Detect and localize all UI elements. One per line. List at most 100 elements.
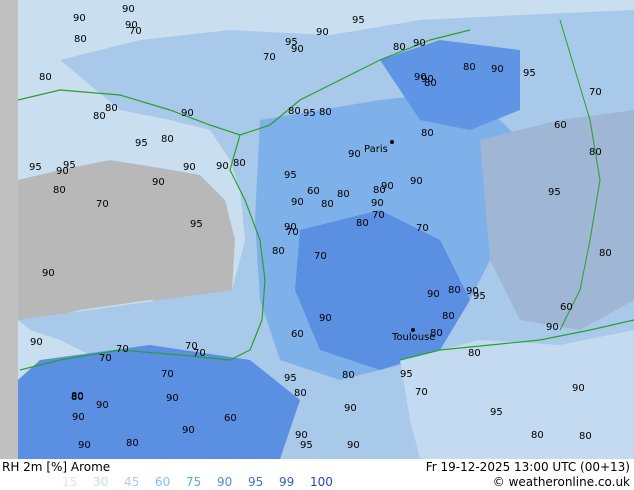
contour-label: 95 xyxy=(523,68,536,79)
contour-label: 80 xyxy=(272,246,285,257)
contour-label: 70 xyxy=(99,353,112,364)
domain-edge xyxy=(0,0,18,459)
contour-label: 80 xyxy=(531,430,544,441)
contour-label: 90 xyxy=(410,176,423,187)
contour-label: 95 xyxy=(29,162,42,173)
contour-label: 80 xyxy=(93,111,106,122)
contour-label: 70 xyxy=(263,52,276,63)
contour-label: 80 xyxy=(74,34,87,45)
contour-label: 60 xyxy=(224,413,237,424)
legend-item-45: 45 xyxy=(124,475,140,489)
contour-label: 70 xyxy=(161,369,174,380)
contour-label: 80 xyxy=(319,107,332,118)
contour-label: 90 xyxy=(122,4,135,15)
contour-label: 95 xyxy=(284,170,297,181)
legend-item-99: 99 xyxy=(279,475,295,489)
contour-label: 90 xyxy=(413,38,426,49)
contour-label: 90 xyxy=(316,27,329,38)
contour-label: 90 xyxy=(347,440,360,451)
contour-label: 90 xyxy=(466,286,479,297)
contour-label: 70 xyxy=(589,87,602,98)
contour-label: 90 xyxy=(371,198,384,209)
contour-label: 90 xyxy=(78,440,91,451)
contour-label: 90 xyxy=(427,289,440,300)
legend-item-15: 15 xyxy=(62,475,78,489)
contour-label: 90 xyxy=(572,383,585,394)
contour-label: 70 xyxy=(116,344,129,355)
map-footer: RH 2m [%] Arome Fr 19-12-2025 13:00 UTC … xyxy=(0,459,634,490)
contour-label: 90 xyxy=(96,400,109,411)
legend-item-75: 75 xyxy=(186,475,202,489)
contour-label: 80 xyxy=(233,158,246,169)
contour-label: 90 xyxy=(344,403,357,414)
legend-item-95: 95 xyxy=(248,475,264,489)
contour-label: 95 xyxy=(548,187,561,198)
contour-label: 90 xyxy=(319,313,332,324)
contour-label: 80 xyxy=(421,128,434,139)
map-title: RH 2m [%] Arome xyxy=(2,460,111,474)
contour-label: 80 xyxy=(342,370,355,381)
paris-marker xyxy=(390,140,394,144)
contour-label: 80 xyxy=(599,248,612,259)
contour-label: 90 xyxy=(183,162,196,173)
contour-label: 80 xyxy=(448,285,461,296)
contour-label: 70 xyxy=(314,251,327,262)
contour-label: 90 xyxy=(348,149,361,160)
rh-map: Paris Toulouse 7080708080709080908070807… xyxy=(0,0,634,459)
contour-label: 95 xyxy=(490,407,503,418)
contour-label: 70 xyxy=(96,199,109,210)
contour-label: 60 xyxy=(291,329,304,340)
legend-item-100: 100 xyxy=(310,475,333,489)
contour-label: 95 xyxy=(300,440,313,451)
color-legend: 15 30 45 60 75 90 95 99 100 xyxy=(62,475,341,489)
contour-label: 95 xyxy=(284,373,297,384)
contour-label: 80 xyxy=(105,103,118,114)
contour-label: 60 xyxy=(560,302,573,313)
contour-label: 70 xyxy=(416,223,429,234)
contour-label: 80 xyxy=(39,72,52,83)
contour-label: 90 xyxy=(291,197,304,208)
contour-label: 95 xyxy=(352,15,365,26)
contour-label: 70 xyxy=(415,387,428,398)
contour-label: 70 xyxy=(185,341,198,352)
contour-label: 80 xyxy=(356,218,369,229)
contour-label: 90 xyxy=(181,108,194,119)
contour-label: 95 xyxy=(303,108,316,119)
contour-label: 80 xyxy=(424,78,437,89)
contour-label: 80 xyxy=(337,189,350,200)
contour-label: 80 xyxy=(393,42,406,53)
city-label-toulouse: Toulouse xyxy=(391,332,435,343)
valid-time: Fr 19-12-2025 13:00 UTC (00+13) xyxy=(425,460,630,474)
legend-item-30: 30 xyxy=(93,475,109,489)
contour-label: 60 xyxy=(307,186,320,197)
city-label-paris: Paris xyxy=(364,144,388,155)
contour-label: 80 xyxy=(430,328,443,339)
credit-link[interactable]: © weatheronline.co.uk xyxy=(493,475,630,489)
contour-label: 80 xyxy=(321,199,334,210)
contour-label: 90 xyxy=(42,268,55,279)
contour-label: 95 xyxy=(135,138,148,149)
contour-label: 90 xyxy=(491,64,504,75)
contour-label: 95 xyxy=(285,37,298,48)
contour-label: 90 xyxy=(546,322,559,333)
contour-label: 80 xyxy=(579,431,592,442)
contour-label: 90 xyxy=(284,222,297,233)
contour-label: 90 xyxy=(125,20,138,31)
contour-label: 90 xyxy=(166,393,179,404)
contour-label: 80 xyxy=(463,62,476,73)
contour-label: 90 xyxy=(56,166,69,177)
contour-label: 80 xyxy=(126,438,139,449)
contour-label: 80 xyxy=(589,147,602,158)
contour-label: 80 xyxy=(468,348,481,359)
contour-label: 95 xyxy=(190,219,203,230)
contour-label: 80 xyxy=(288,106,301,117)
legend-item-60: 60 xyxy=(155,475,171,489)
contour-label: 80 xyxy=(71,392,84,403)
contour-label: 80 xyxy=(161,134,174,145)
contour-label: 90 xyxy=(30,337,43,348)
legend-item-90: 90 xyxy=(217,475,233,489)
contour-label: 90 xyxy=(152,177,165,188)
contour-label: 95 xyxy=(400,369,413,380)
contour-label: 60 xyxy=(554,120,567,131)
contour-label: 90 xyxy=(72,412,85,423)
